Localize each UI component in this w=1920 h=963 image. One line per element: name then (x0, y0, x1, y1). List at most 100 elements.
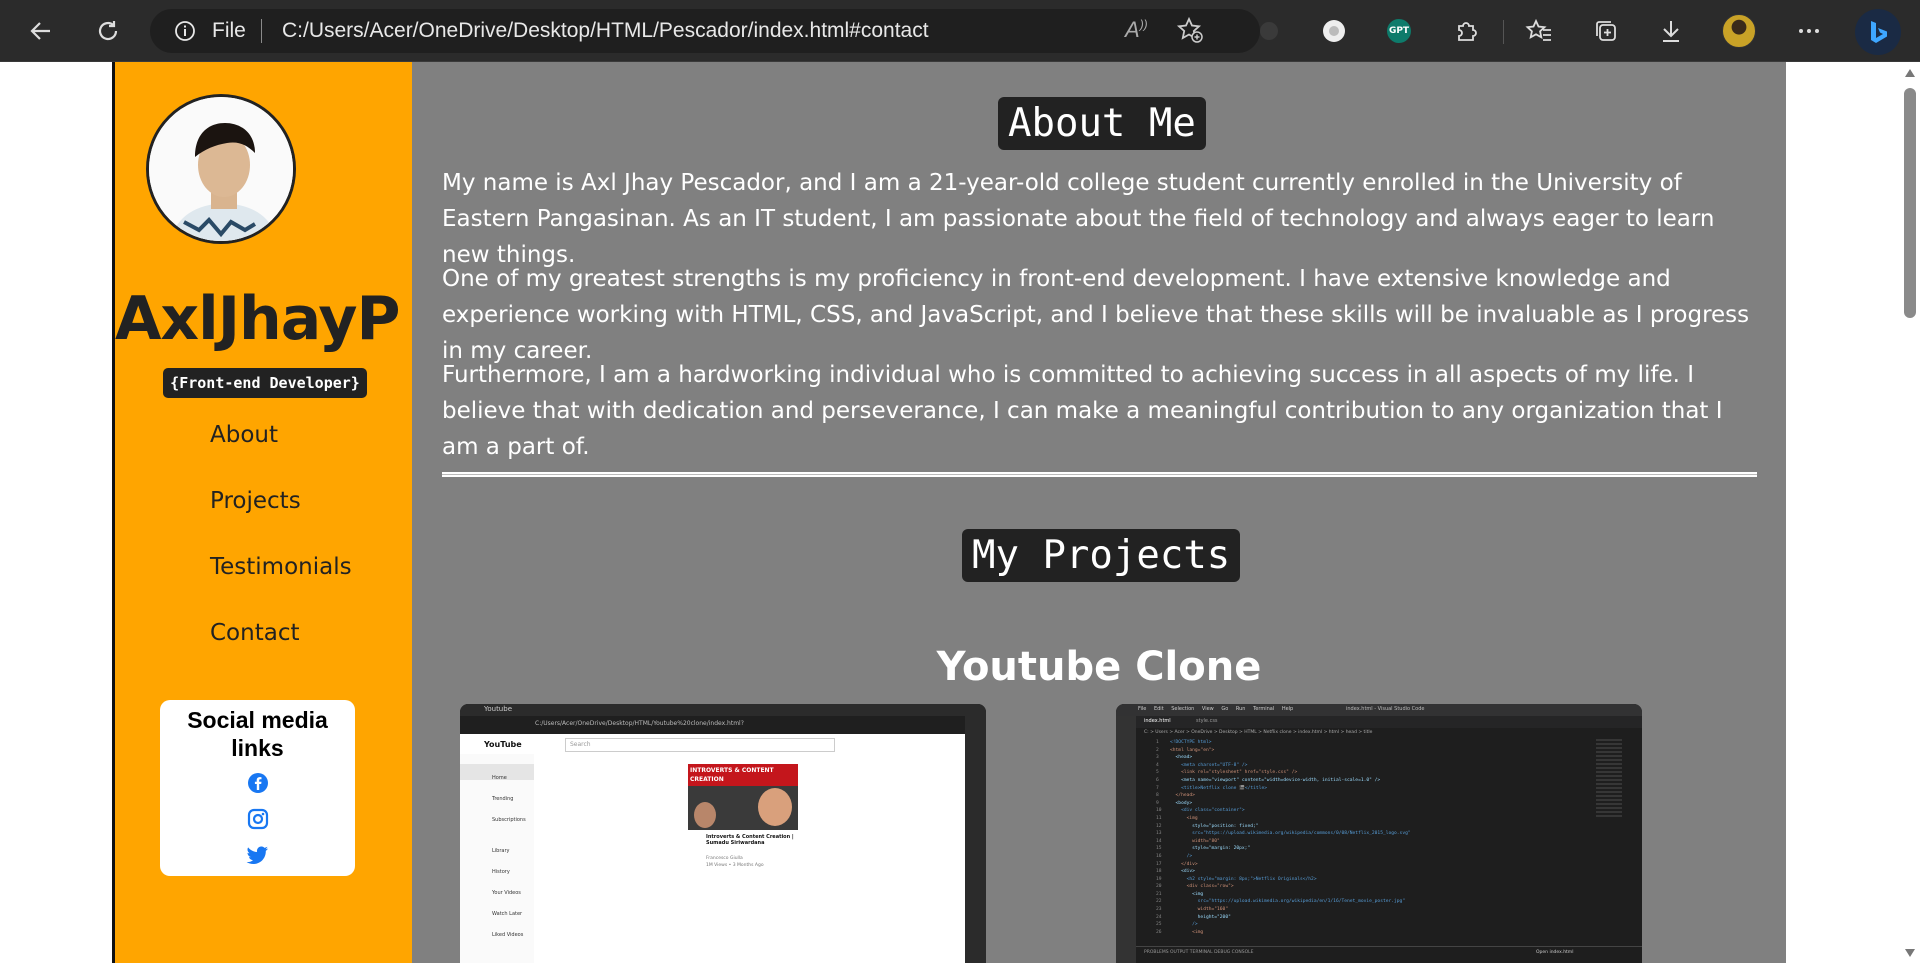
collections-icon[interactable] (1587, 12, 1625, 50)
scrollbar-thumb[interactable] (1904, 88, 1916, 318)
instagram-icon[interactable] (160, 804, 355, 834)
code-line: 18 <div> (1156, 868, 1596, 876)
code-line-text: <title>Netflix clone 🎬</title> (1170, 785, 1267, 791)
code-line: 25 /> (1156, 921, 1596, 929)
vscode-tab-index[interactable]: index.html (1144, 718, 1171, 724)
extension-circle-icon[interactable] (1315, 12, 1353, 50)
code-line-number: 15 (1156, 846, 1162, 852)
code-line-number: 22 (1156, 899, 1162, 905)
vscode-menu: File Edit Selection View Go Run Terminal… (1138, 706, 1294, 712)
code-line: 19 <h2 style="margin: 8px;">Netflix Orig… (1156, 876, 1596, 884)
code-line-number: 8 (1156, 793, 1159, 799)
code-line-text: <img (1170, 891, 1204, 897)
scroll-down-icon[interactable] (1904, 948, 1916, 958)
social-title: Social media links (187, 707, 328, 761)
nav-link-contact[interactable]: Contact (210, 620, 352, 686)
code-line-number: 2 (1156, 747, 1159, 753)
site-info-icon[interactable] (174, 20, 196, 46)
address-bar[interactable]: File C:/Users/Acer/OneDrive/Desktop/HTML… (150, 9, 1260, 53)
code-line: 2 <html lang="en"> (1156, 747, 1596, 755)
section-divider (442, 472, 1757, 477)
brand-name: AxlJhayP (115, 284, 400, 354)
about-title: About Me (998, 97, 1206, 150)
nav-link-about[interactable]: About (210, 422, 352, 488)
code-line: 8 </head> (1156, 792, 1596, 800)
back-arrow-icon (30, 22, 50, 40)
bing-copilot-button[interactable] (1854, 8, 1902, 56)
extension-disabled-icon[interactable] (1250, 12, 1288, 50)
favorites-icon[interactable] (1520, 12, 1558, 50)
code-line: 26 <img (1156, 929, 1596, 937)
code-line-number: 16 (1156, 853, 1162, 859)
twitter-icon[interactable] (160, 840, 355, 870)
code-line: 17 </div> (1156, 861, 1596, 869)
yt-tab-label: Youtube (484, 705, 512, 713)
code-line-number: 9 (1156, 800, 1159, 806)
about-paragraph-3: Furthermore, I am a hardworking individu… (442, 362, 1723, 460)
code-line-number: 25 (1156, 922, 1162, 928)
code-line-text: <link rel="stylesheet" href="style.css" … (1170, 770, 1298, 776)
code-line-text: style="position: fixed;" (1170, 823, 1259, 829)
code-line-text: <img (1170, 815, 1198, 821)
facebook-icon[interactable] (160, 768, 355, 798)
youtube-clone-screenshot[interactable]: Youtube C:/Users/Acer/OneDrive/Desktop/H… (460, 704, 986, 963)
browser-toolbar: File C:/Users/Acer/OneDrive/Desktop/HTML… (0, 0, 1920, 62)
code-line-text: </div> (1170, 861, 1198, 867)
code-line: 15 style="margin: 20px;" (1156, 845, 1596, 853)
yt-video-title: Introverts & Content Creation | Sumadu S… (706, 834, 794, 846)
code-line-text: </head> (1170, 793, 1195, 799)
code-line-number: 10 (1156, 808, 1162, 814)
code-line-text: <body> (1170, 800, 1193, 806)
nav-link-testimonials[interactable]: Testimonials (210, 554, 352, 620)
extensions-puzzle-icon[interactable] (1447, 12, 1485, 50)
code-line: 24 height="200" (1156, 914, 1596, 922)
code-line-number: 19 (1156, 876, 1162, 882)
code-line-text: <img (1170, 929, 1204, 935)
code-line-number: 18 (1156, 869, 1162, 875)
code-line-text: <div class="row"> (1170, 884, 1234, 890)
about-paragraph-2: One of my greatest strengths is my profi… (442, 266, 1750, 364)
yt-video-thumbnail[interactable]: INTROVERTS & CONTENT CREATION (688, 764, 798, 830)
code-line-number: 14 (1156, 838, 1162, 844)
code-line-text: <meta name="viewport" content="width=dev… (1170, 777, 1381, 783)
bing-icon (1871, 21, 1887, 43)
code-line: 22 src="https://upload.wikimedia.org/wik… (1156, 898, 1596, 906)
code-line: 13 src="https://upload.wikimedia.org/wik… (1156, 830, 1596, 838)
code-line-number: 17 (1156, 861, 1162, 867)
profile-avatar[interactable] (1720, 12, 1758, 50)
code-line-text: <html lang="en"> (1170, 747, 1215, 753)
read-aloud-label: A (1125, 17, 1140, 42)
settings-more-icon[interactable] (1790, 12, 1828, 50)
role-badge: {Front-end Developer} (163, 368, 367, 398)
downloads-icon[interactable] (1652, 12, 1690, 50)
code-line-number: 20 (1156, 884, 1162, 890)
url-text[interactable]: C:/Users/Acer/OneDrive/Desktop/HTML/Pesc… (282, 19, 929, 43)
read-aloud-icon[interactable]: A)) (1125, 17, 1148, 43)
sidebar: AxlJhayP {Front-end Developer} About Pro… (112, 62, 412, 963)
code-line-number: 21 (1156, 891, 1162, 897)
code-line-number: 11 (1156, 815, 1162, 821)
code-line-number: 1 (1156, 740, 1159, 745)
sidebar-nav: About Projects Testimonials Contact (210, 422, 352, 686)
code-line-number: 3 (1156, 755, 1159, 761)
vscode-panel-tabs: PROBLEMS OUTPUT TERMINAL DEBUG CONSOLE (1144, 950, 1254, 955)
vscode-status: Open index.html (1536, 950, 1574, 955)
code-line-text: <div> (1170, 869, 1195, 875)
scroll-up-icon[interactable] (1904, 68, 1916, 78)
code-line: 7 <title>Netflix clone 🎬</title> (1156, 785, 1596, 793)
code-line: 4 <meta charset="UTF-8" /> (1156, 762, 1596, 770)
vscode-screenshot[interactable]: File Edit Selection View Go Run Terminal… (1116, 704, 1642, 963)
web-page: AxlJhayP {Front-end Developer} About Pro… (0, 62, 1920, 963)
code-line-number: 26 (1156, 929, 1162, 935)
code-line-number: 24 (1156, 914, 1162, 920)
add-favorite-icon[interactable] (1176, 16, 1204, 48)
refresh-button[interactable] (89, 12, 127, 50)
page-scrollbar[interactable] (1899, 62, 1920, 963)
nav-link-projects[interactable]: Projects (210, 488, 352, 554)
back-button[interactable] (22, 12, 60, 50)
code-line-number: 13 (1156, 831, 1162, 837)
code-line: 16 /> (1156, 853, 1596, 861)
vscode-tab-style[interactable]: style.css (1196, 718, 1218, 724)
code-line: 14 width="80" (1156, 838, 1596, 846)
gpt-extension-icon[interactable]: GPT (1380, 12, 1418, 50)
